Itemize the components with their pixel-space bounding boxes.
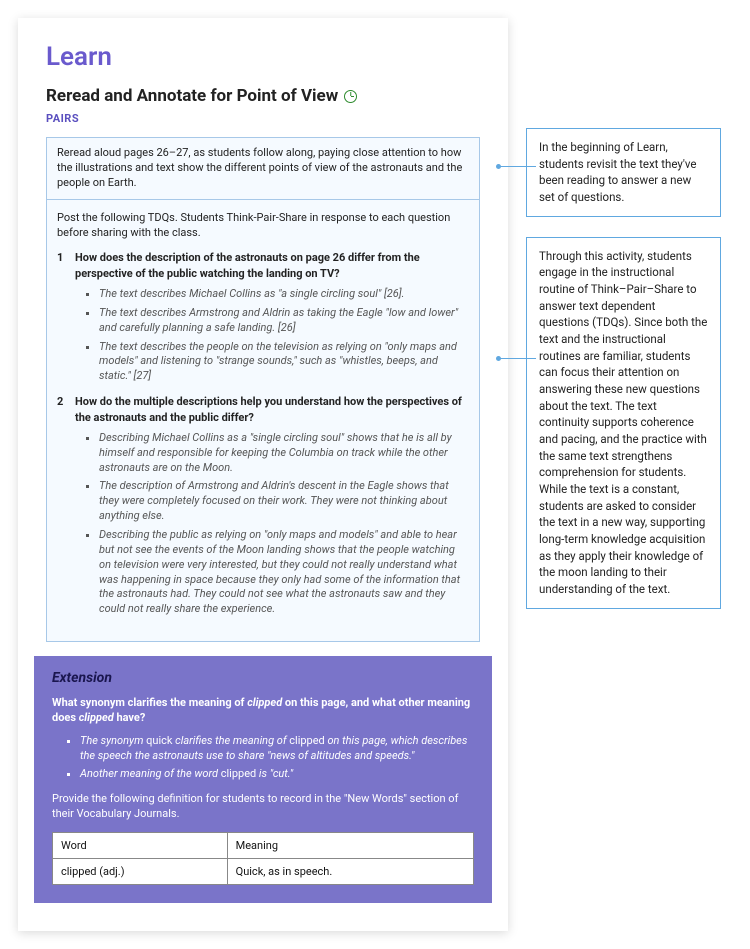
answer: The text describes Armstrong and Aldrin … (99, 306, 469, 336)
extension-answer: Another meaning of the word clipped is "… (80, 767, 474, 782)
question-1: How does the description of the astronau… (57, 250, 469, 384)
callout-1: In the beginning of Learn, students revi… (526, 128, 721, 217)
lesson-title: Reread and Annotate for Point of View (46, 86, 480, 106)
question-1-answers: The text describes Michael Collins as "a… (75, 287, 469, 384)
extension-box: Extension What synonym clarifies the mea… (34, 656, 492, 903)
extension-question: What synonym clarifies the meaning of cl… (52, 696, 474, 726)
mode-label: PAIRS (46, 112, 480, 125)
extension-answer: The synonym quick clarifies the meaning … (80, 734, 474, 764)
connector-dot (496, 164, 501, 169)
question-list: How does the description of the astronau… (57, 250, 469, 617)
answer: The text describes the people on the tel… (99, 340, 469, 385)
table-header: Word (53, 832, 228, 858)
answer: Describing Michael Collins as a "single … (99, 431, 469, 476)
answer: Describing the public as relying on "onl… (99, 528, 469, 617)
answer: The text describes Michael Collins as "a… (99, 287, 469, 302)
table-cell: Quick, as in speech. (227, 858, 473, 884)
extension-answers: The synonym quick clarifies the meaning … (52, 734, 474, 783)
connector-dot (496, 356, 501, 361)
table-row: clipped (adj.) Quick, as in speech. (53, 858, 474, 884)
lesson-page: Learn Reread and Annotate for Point of V… (18, 18, 508, 931)
connector-line (498, 358, 536, 359)
vocab-table: Word Meaning clipped (adj.) Quick, as in… (52, 832, 474, 885)
lesson-title-text: Reread and Annotate for Point of View (46, 86, 338, 106)
table-cell: clipped (adj.) (53, 858, 228, 884)
question-2: How do the multiple descriptions help yo… (57, 394, 469, 617)
section-heading: Learn (46, 42, 480, 72)
question-1-prompt: How does the description of the astronau… (75, 250, 469, 281)
extension-title: Extension (52, 670, 474, 686)
table-header-row: Word Meaning (53, 832, 474, 858)
answer: The description of Armstrong and Aldrin'… (99, 479, 469, 524)
callouts-column: In the beginning of Learn, students revi… (526, 18, 721, 609)
read-aloud-instruction: Reread aloud pages 26–27, as students fo… (46, 137, 480, 200)
connector-line (498, 166, 536, 167)
clock-icon (344, 90, 357, 103)
callout-2: Through this activity, students engage i… (526, 237, 721, 609)
question-2-answers: Describing Michael Collins as a "single … (75, 431, 469, 617)
tdq-section: Post the following TDQs. Students Think-… (46, 200, 480, 643)
table-header: Meaning (227, 832, 473, 858)
tdq-intro: Post the following TDQs. Students Think-… (57, 210, 469, 241)
question-2-prompt: How do the multiple descriptions help yo… (75, 394, 469, 425)
extension-note: Provide the following definition for stu… (52, 792, 474, 822)
